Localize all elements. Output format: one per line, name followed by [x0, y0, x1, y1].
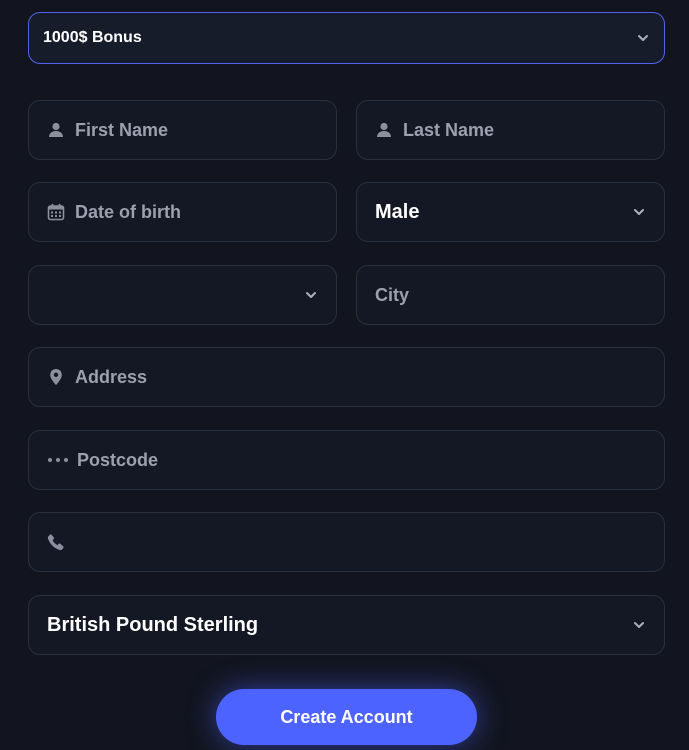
address-input[interactable]: Address [28, 347, 665, 407]
phone-input[interactable] [28, 512, 665, 572]
postcode-input[interactable]: Postcode [28, 430, 665, 490]
postcode-placeholder: Postcode [77, 449, 159, 470]
currency-selected-value: British Pound Sterling [47, 613, 259, 636]
gender-select[interactable]: Male [356, 182, 665, 242]
chevron-down-icon [632, 205, 646, 219]
create-account-button[interactable]: Create Account [216, 689, 477, 745]
map-pin-icon [47, 368, 65, 386]
chevron-down-icon [632, 618, 646, 632]
user-icon [375, 121, 393, 139]
first-name-placeholder: First Name [75, 119, 169, 140]
chevron-down-icon [304, 288, 318, 302]
last-name-input[interactable]: Last Name [356, 100, 665, 160]
currency-select[interactable]: British Pound Sterling [28, 595, 665, 655]
chevron-down-icon [636, 31, 650, 45]
registration-form: 1000$ Bonus First Name Last Name Date of… [0, 0, 689, 750]
bonus-select[interactable]: 1000$ Bonus [28, 12, 665, 64]
dots-icon [47, 451, 69, 469]
dob-placeholder: Date of birth [75, 201, 181, 222]
dob-input[interactable]: Date of birth [28, 182, 337, 242]
first-name-input[interactable]: First Name [28, 100, 337, 160]
phone-icon [47, 533, 65, 551]
city-placeholder: City [375, 284, 410, 305]
gender-selected-value: Male [375, 200, 420, 223]
last-name-placeholder: Last Name [403, 119, 495, 140]
calendar-icon [47, 203, 65, 221]
user-icon [47, 121, 65, 139]
country-select[interactable] [28, 265, 337, 325]
address-placeholder: Address [75, 366, 148, 387]
city-input[interactable]: City [356, 265, 665, 325]
bonus-selected-value: 1000$ Bonus [43, 29, 142, 46]
